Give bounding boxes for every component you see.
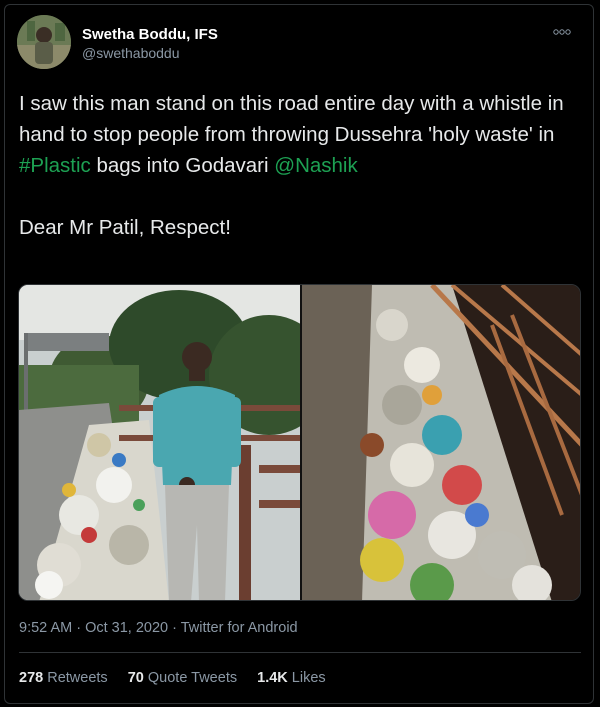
hashtag-link[interactable]: #Plastic — [19, 154, 91, 177]
tweet-date[interactable]: Oct 31, 2020 — [85, 620, 168, 636]
more-horizontal-icon[interactable] — [553, 27, 571, 39]
tweet-text-part: I saw this man stand on this road entire… — [19, 92, 564, 146]
quote-tweets-label: Quote Tweets — [147, 670, 238, 686]
meta-separator: · — [168, 620, 181, 636]
tweet-header: Swetha Boddu, IFS @swethaboddu — [17, 15, 587, 71]
avatar[interactable] — [17, 15, 71, 69]
mention-link[interactable]: @Nashik — [274, 154, 357, 177]
display-name[interactable]: Swetha Boddu, IFS — [82, 25, 218, 44]
retweets-count: 278 — [19, 670, 44, 686]
user-handle[interactable]: @swethaboddu — [82, 44, 218, 63]
meta-separator: · — [72, 620, 86, 636]
likes-label: Likes — [291, 670, 326, 686]
quote-tweets-stat[interactable]: 70 Quote Tweets — [128, 670, 237, 686]
tweet-source[interactable]: Twitter for Android — [181, 620, 298, 636]
photo-bags-along-railing[interactable] — [302, 285, 580, 600]
tweet-text-line: Dear Mr Patil, Respect! — [19, 216, 231, 239]
tweet-media[interactable] — [18, 284, 581, 601]
likes-stat[interactable]: 1.4K Likes — [257, 670, 326, 686]
tweet-text: I saw this man stand on this road entire… — [19, 88, 579, 243]
retweets-stat[interactable]: 278 Retweets — [19, 670, 108, 686]
retweets-label: Retweets — [47, 670, 108, 686]
tweet-time[interactable]: 9:52 AM — [19, 620, 72, 636]
divider — [19, 652, 581, 653]
likes-count: 1.4K — [257, 670, 288, 686]
quote-tweets-count: 70 — [127, 670, 144, 686]
tweet-stats: 278 Retweets 70 Quote Tweets 1.4K Likes — [19, 670, 342, 686]
tweet-meta: 9:52 AM · Oct 31, 2020 · Twitter for And… — [19, 620, 298, 636]
tweet-text-part: bags into Godavari — [90, 154, 275, 177]
photo-man-on-road[interactable] — [19, 285, 329, 600]
